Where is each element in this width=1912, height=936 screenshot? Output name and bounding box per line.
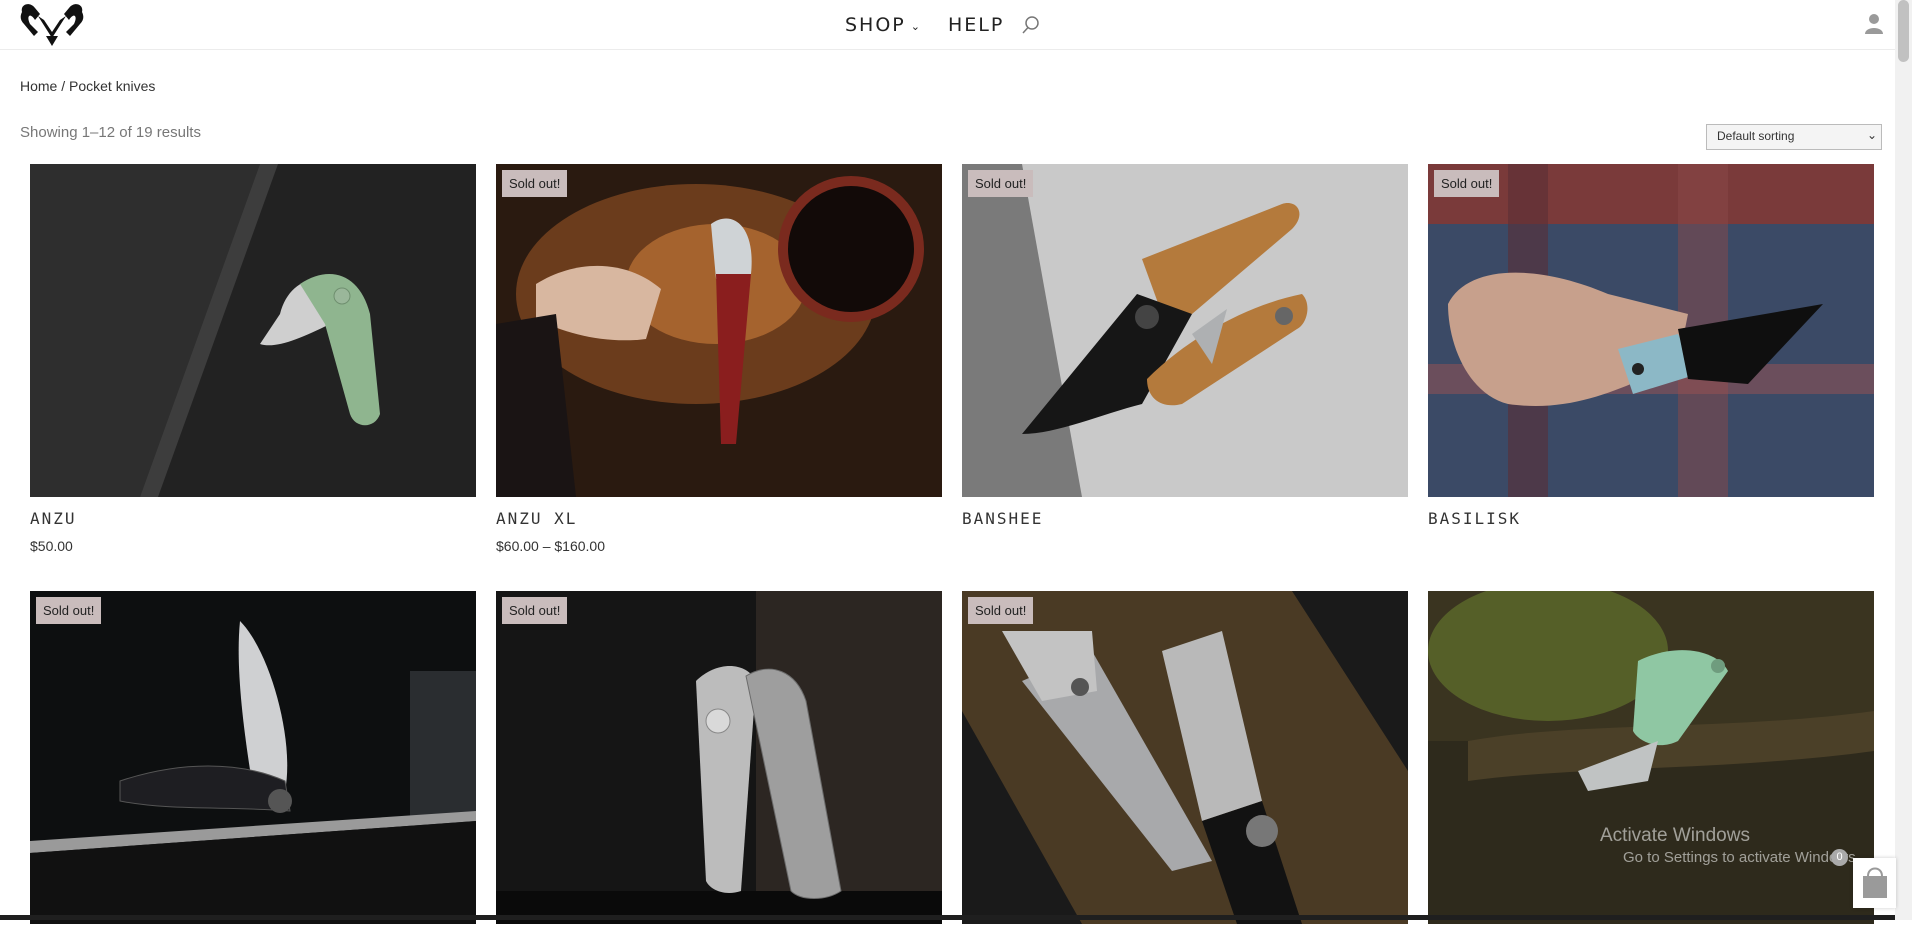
product-card[interactable]: Sold out! BANSHEE [962, 164, 1408, 538]
nav-help-label: HELP [947, 14, 1005, 36]
product-image[interactable]: Sold out! [962, 164, 1408, 497]
sort-selected-value: Default sorting [1717, 129, 1795, 143]
page-scrollbar[interactable] [1895, 0, 1912, 920]
chevron-down-icon: ⌄ [1866, 128, 1877, 142]
product-card[interactable]: Sold out! ANZU XL $60.00 – $160.00 [496, 164, 942, 554]
product-title[interactable]: ANZU [30, 509, 476, 528]
product-image[interactable]: Sold out! [496, 591, 942, 924]
windows-watermark-title: Activate Windows [1600, 825, 1750, 846]
product-card[interactable]: Sold out! [30, 591, 476, 936]
chevron-down-icon: ⌄ [910, 19, 922, 33]
sold-out-badge: Sold out! [36, 597, 102, 624]
sold-out-badge: Sold out! [968, 170, 1034, 197]
product-title[interactable]: BASILISK [1428, 509, 1874, 528]
product-title[interactable]: BANSHEE [962, 509, 1408, 528]
product-image[interactable]: Sold out! [1428, 164, 1874, 497]
sold-out-badge: Sold out! [502, 597, 568, 624]
sold-out-badge: Sold out! [968, 597, 1034, 624]
product-title[interactable]: ANZU XL [496, 509, 942, 528]
scrollbar-thumb[interactable] [1898, 0, 1909, 62]
user-icon[interactable] [1864, 13, 1884, 35]
nav-shop[interactable]: SHOP ⌄ [845, 14, 922, 36]
product-price: $50.00 [30, 538, 73, 554]
product-image[interactable]: Sold out! [962, 591, 1408, 924]
product-card[interactable]: Sold out! [962, 591, 1408, 936]
sold-out-badge: Sold out! [502, 170, 568, 197]
nav-help[interactable]: HELP [948, 14, 1004, 36]
sort-select[interactable]: Default sorting ⌄ [1706, 124, 1882, 150]
product-image[interactable]: Sold out! [30, 591, 476, 924]
product-card[interactable]: Sold out! BASILISK [1428, 164, 1874, 538]
product-image[interactable] [1428, 591, 1874, 924]
product-image[interactable]: Sold out! [496, 164, 942, 497]
sold-out-badge: Sold out! [1434, 170, 1500, 197]
site-header: SHOP ⌄ HELP [0, 0, 1895, 50]
product-price: $60.00 – $160.00 [496, 538, 605, 554]
breadcrumb[interactable]: Home / Pocket knives [20, 78, 155, 94]
cart-button[interactable] [1853, 858, 1896, 908]
logo[interactable] [18, 2, 86, 48]
bottom-strip [0, 915, 1895, 920]
product-card[interactable]: ANZU $50.00 [30, 164, 476, 554]
nav-shop-label: SHOP [845, 14, 906, 36]
main-nav: SHOP ⌄ HELP [845, 14, 1040, 36]
product-card[interactable] [1428, 591, 1874, 936]
product-card[interactable]: Sold out! [496, 591, 942, 936]
result-count: Showing 1–12 of 19 results [20, 124, 201, 141]
cart-icon [1863, 867, 1887, 898]
product-image[interactable] [30, 164, 476, 497]
cart-count-badge: 0 [1831, 849, 1848, 866]
search-icon[interactable] [1020, 15, 1040, 35]
windows-watermark-subtitle: Go to Settings to activate Windows. [1623, 849, 1860, 866]
